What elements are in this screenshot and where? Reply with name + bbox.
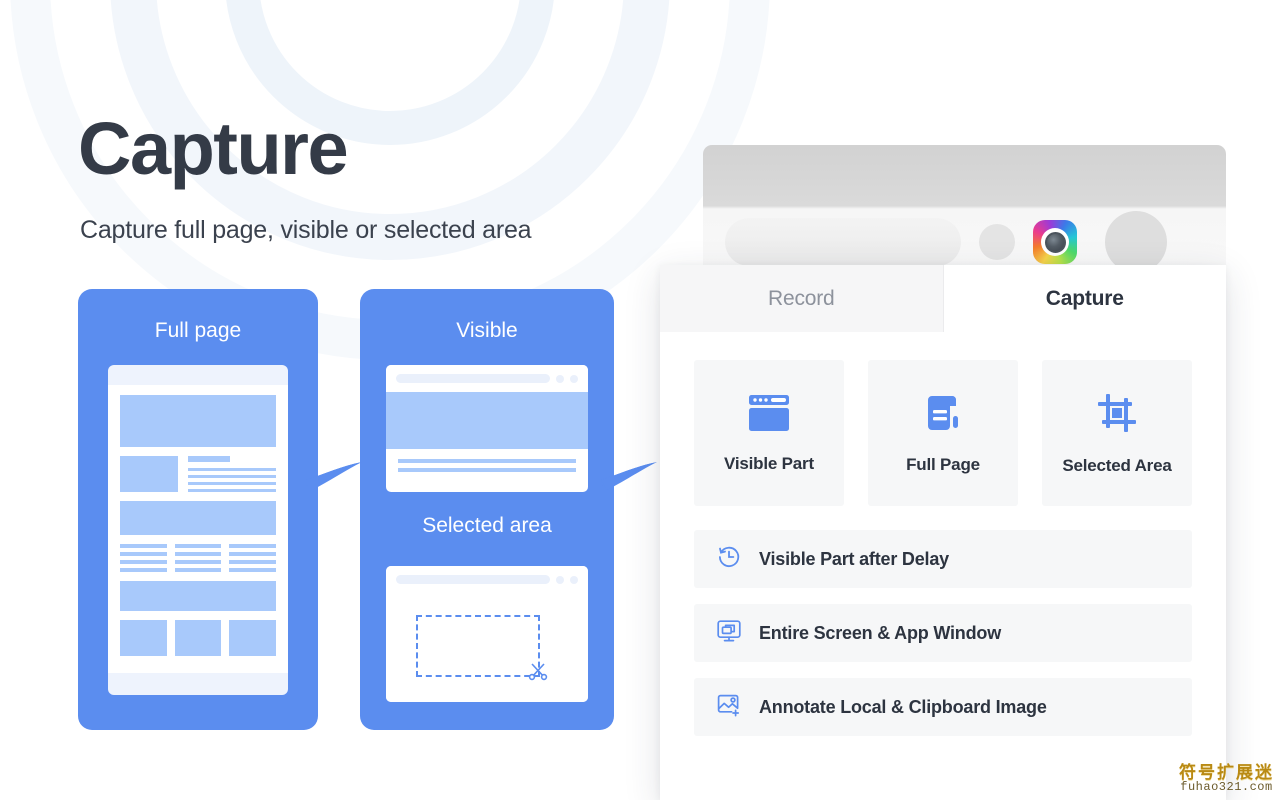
tab-record[interactable]: Record: [660, 265, 944, 332]
tab-record-label: Record: [768, 286, 835, 310]
tile-full-page[interactable]: Full Page: [868, 360, 1018, 506]
browser-window-icon: [746, 393, 792, 438]
camera-lens-ring: [1041, 228, 1069, 256]
selection-marquee: [416, 615, 548, 681]
camera-lens-center: [1044, 231, 1066, 253]
clock-delay-icon: [716, 544, 742, 575]
full-page-mockup: [108, 365, 288, 695]
card-visible-label: Visible: [456, 319, 518, 342]
scissors-icon: [526, 659, 550, 688]
popup-tabs: Record Capture: [660, 265, 1226, 332]
tab-capture-label: Capture: [1045, 286, 1124, 310]
mock-three-columns: [120, 544, 277, 572]
row-annotate-local-clipboard-image[interactable]: Annotate Local & Clipboard Image: [694, 678, 1192, 736]
mock-band-block: [120, 501, 276, 535]
row-entire-screen-app-window-label: Entire Screen & App Window: [759, 622, 1001, 643]
selected-area-window-mockup: [386, 566, 588, 702]
mock-window-dot: [556, 374, 564, 383]
page-root: Capture Capture full page, visible or se…: [0, 0, 1280, 800]
mock-window-dot: [570, 374, 578, 383]
mock-address-bar: [396, 374, 550, 383]
tile-visible-part-label: Visible Part: [724, 453, 814, 473]
row-annotate-local-clipboard-image-label: Annotate Local & Clipboard Image: [759, 696, 1047, 717]
mock-tile-row: [120, 620, 277, 656]
card-full-page: Full page: [78, 289, 318, 730]
row-visible-part-after-delay-label: Visible Part after Delay: [759, 548, 949, 569]
camera-extension-icon[interactable]: [1033, 220, 1077, 264]
crop-frame-icon: [1095, 391, 1139, 440]
page-subtitle: Capture full page, visible or selected a…: [80, 216, 532, 244]
mock-media-row: [120, 456, 276, 492]
watermark-domain: fuhao321.com: [1180, 780, 1273, 795]
tile-full-page-label: Full Page: [906, 454, 980, 474]
card-selected-area-label: Selected area: [422, 514, 552, 537]
mock-thumbnail: [120, 456, 178, 492]
mock-visible-hero: [386, 392, 588, 449]
tab-capture[interactable]: Capture: [943, 265, 1226, 332]
address-bar[interactable]: [725, 218, 961, 266]
tile-selected-area[interactable]: Selected Area: [1042, 360, 1192, 506]
mock-hero-block: [120, 395, 276, 447]
scroll-document-icon: [922, 392, 964, 439]
capture-mode-tiles: Visible Part Full Page Selected Area: [694, 360, 1192, 506]
monitor-windows-icon: [716, 618, 742, 649]
mock-window-dot: [556, 575, 564, 584]
row-entire-screen-app-window[interactable]: Entire Screen & App Window: [694, 604, 1192, 662]
toolbar-button[interactable]: [979, 224, 1015, 260]
tile-visible-part[interactable]: Visible Part: [694, 360, 844, 506]
watermark: 符号扩展迷 fuhao321.com: [1179, 762, 1274, 795]
profile-avatar[interactable]: [1105, 211, 1167, 273]
watermark-chinese: 符号扩展迷: [1179, 762, 1274, 782]
row-visible-part-after-delay[interactable]: Visible Part after Delay: [694, 530, 1192, 588]
card-full-page-label: Full page: [154, 319, 242, 342]
mock-window-dot: [570, 575, 578, 584]
capture-option-list: Visible Part after Delay Entire Screen &…: [694, 530, 1192, 736]
card-visible-selected: Visible Selected area: [360, 289, 614, 730]
extension-popup: Record Capture Visible Part Full Page Se…: [660, 265, 1226, 800]
image-plus-icon: [716, 692, 742, 723]
mock-address-bar: [396, 575, 550, 584]
visible-window-mockup: [386, 365, 588, 492]
popup-body: Visible Part Full Page Selected Area Vis…: [660, 332, 1226, 736]
tile-selected-area-label: Selected Area: [1062, 455, 1172, 475]
mock-band-block-2: [120, 581, 276, 611]
page-title: Capture: [78, 107, 349, 190]
